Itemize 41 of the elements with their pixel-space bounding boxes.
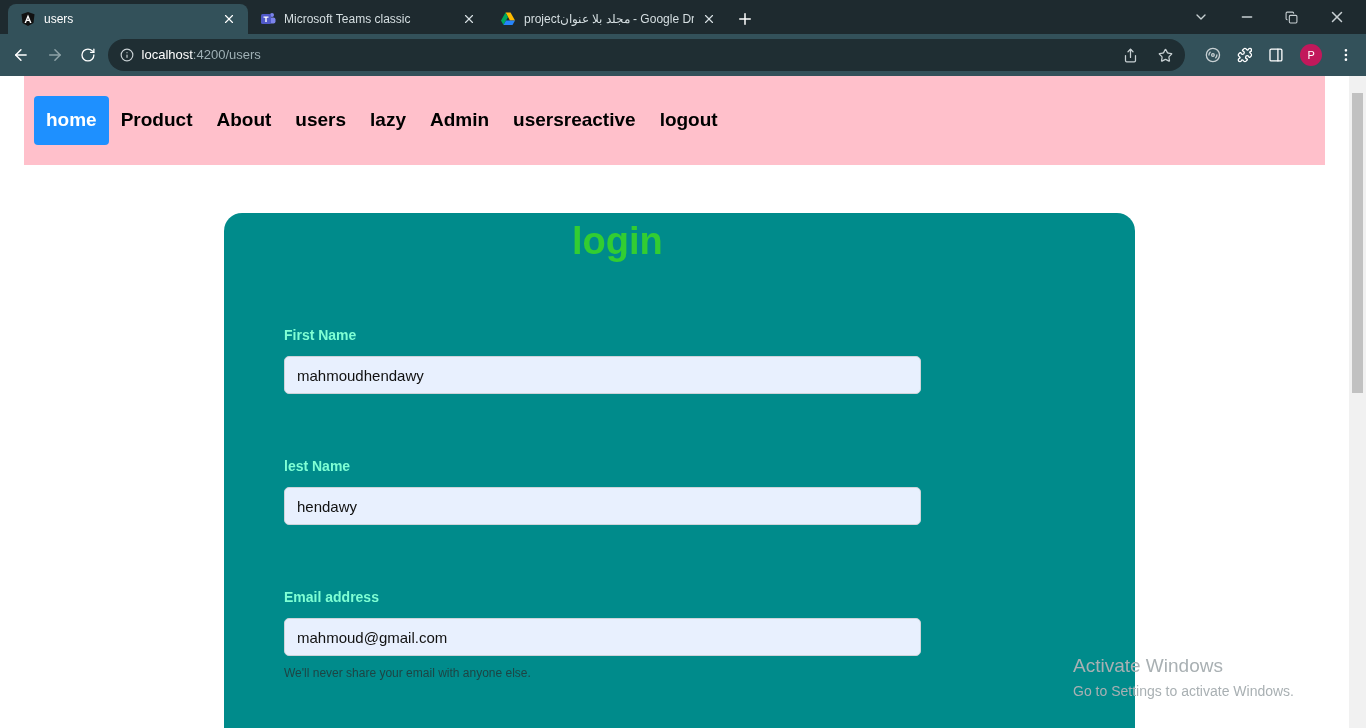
- close-icon[interactable]: [222, 12, 236, 26]
- field-label: lest Name: [284, 457, 352, 476]
- nav-link[interactable]: lazy: [358, 96, 418, 145]
- browser-tab[interactable]: projectمجلد بلا عنوان - Google Dr: [488, 4, 728, 34]
- close-icon[interactable]: [462, 12, 476, 26]
- url-text: localhost:4200/users: [141, 46, 262, 65]
- nav-link[interactable]: Product: [108, 96, 205, 145]
- reload-icon[interactable]: [79, 47, 96, 63]
- new-tab-icon[interactable]: [736, 10, 754, 28]
- side-panel-icon[interactable]: [1268, 47, 1285, 63]
- back-icon[interactable]: [12, 46, 30, 64]
- share-icon[interactable]: [1122, 47, 1138, 63]
- shield-logo-icon: [20, 11, 36, 27]
- nav-link[interactable]: usersreactive: [501, 96, 648, 145]
- restore-icon[interactable]: [1285, 10, 1298, 24]
- nav-link[interactable]: Admin: [417, 96, 502, 145]
- form-title: login: [572, 219, 664, 264]
- field-label: Email address: [284, 588, 380, 607]
- input-field[interactable]: hendawy: [284, 487, 921, 525]
- tab-title: projectمجلد بلا عنوان - Google Dr: [524, 11, 694, 28]
- tab-title: Microsoft Teams classic: [284, 11, 412, 28]
- nav-link[interactable]: About: [204, 96, 284, 145]
- profile-avatar[interactable]: P: [1300, 44, 1323, 66]
- nav-link[interactable]: users: [283, 96, 359, 145]
- help-text: We'll never share your email with anyone else.: [284, 665, 532, 682]
- browser-tab[interactable]: Microsoft Teams classic: [248, 4, 488, 34]
- triangle-logo-icon: [500, 11, 516, 27]
- scrollbar[interactable]: [1349, 76, 1366, 728]
- input-field[interactable]: mahmoud@gmail.com: [284, 618, 921, 656]
- star-icon[interactable]: [1157, 47, 1173, 63]
- field-label: First Name: [284, 326, 358, 345]
- close-icon[interactable]: [702, 12, 716, 26]
- people-logo-icon: [260, 11, 276, 27]
- tab-title: users: [44, 11, 75, 28]
- puzzle-icon[interactable]: [1236, 47, 1253, 63]
- target-icon[interactable]: [1204, 47, 1221, 63]
- address-bar[interactable]: localhost:4200/users: [107, 39, 1185, 71]
- nav-link[interactable]: logout: [647, 96, 730, 145]
- info-icon[interactable]: [119, 48, 134, 62]
- browser-tab[interactable]: users: [8, 4, 248, 34]
- input-field[interactable]: mahmoudhendawy: [284, 356, 921, 394]
